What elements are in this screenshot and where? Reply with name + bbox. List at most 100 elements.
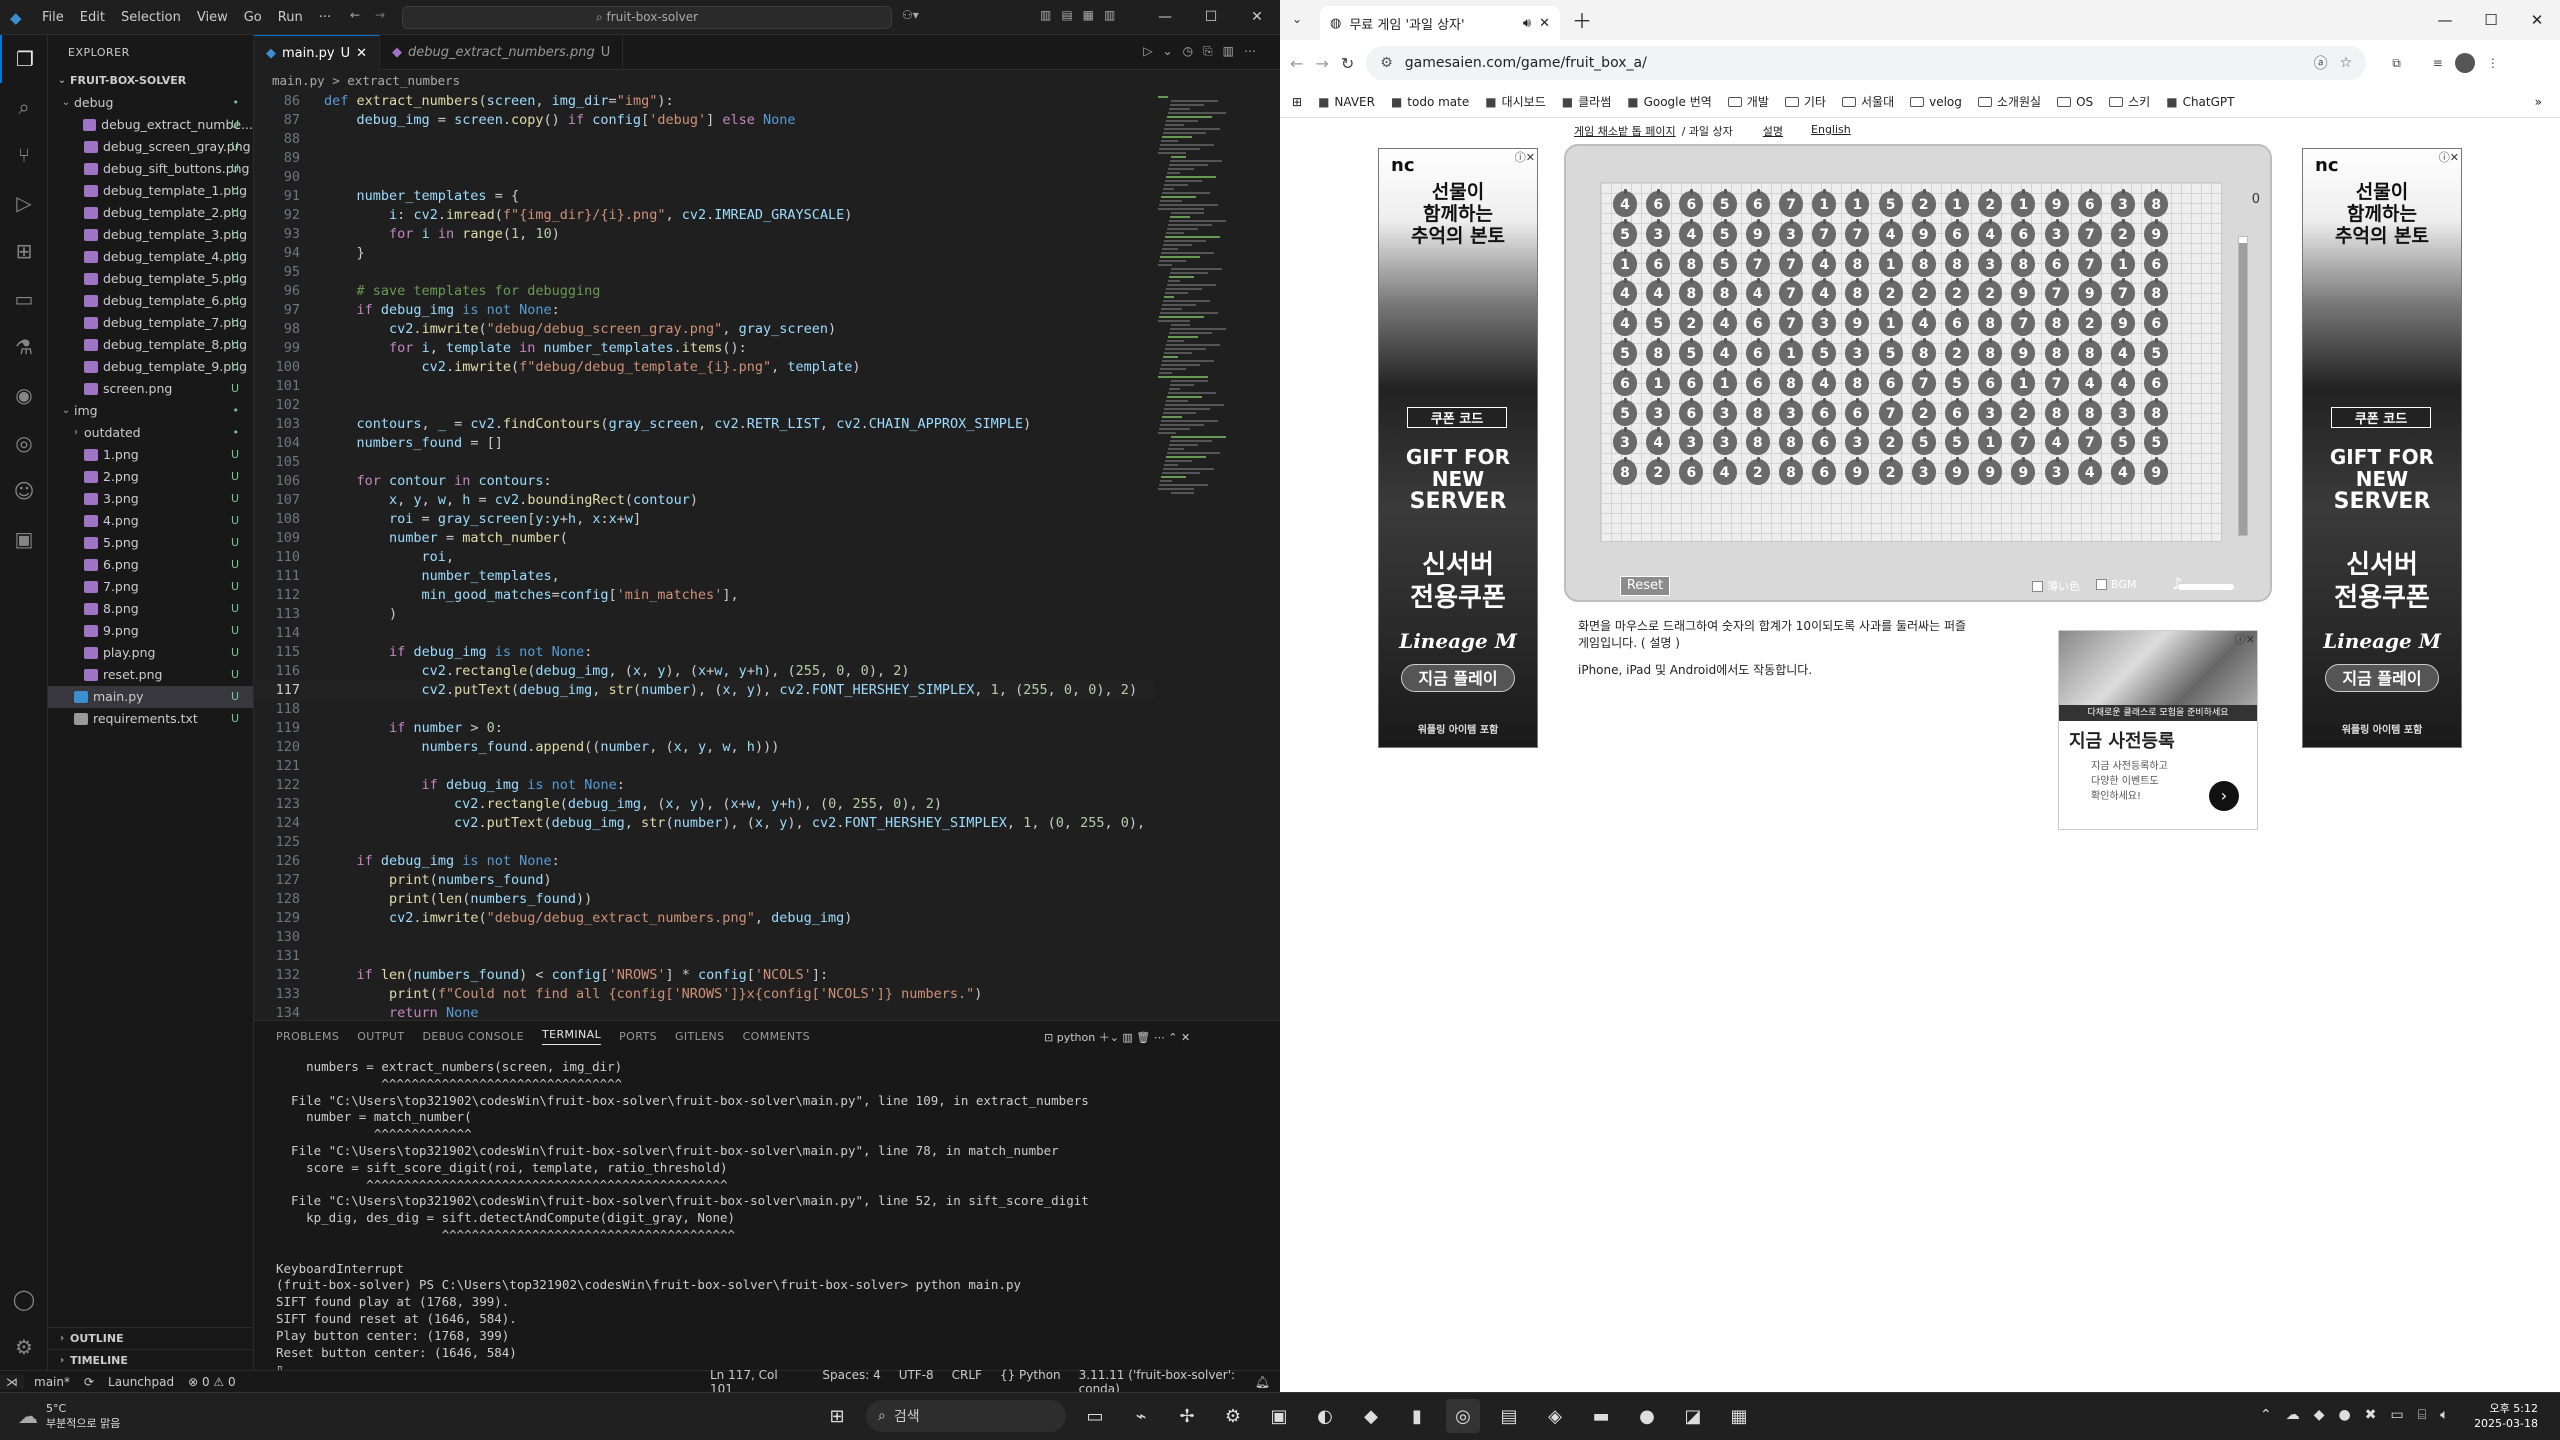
ad-next-icon[interactable]: › [2209, 781, 2239, 811]
apple-cell[interactable]: 8 [1945, 248, 1969, 277]
copilot-icon[interactable]: ⚇▾ [902, 8, 919, 22]
app-icon[interactable]: ▤ [1492, 1399, 1526, 1433]
minimize-icon[interactable]: — [2422, 0, 2468, 40]
tree-file[interactable]: 8.png U [48, 598, 253, 620]
apple-cell[interactable]: 8 [1646, 338, 1671, 366]
back-icon[interactable]: ← [1290, 54, 1303, 73]
file-explorer-icon[interactable]: ▬ [1584, 1399, 1618, 1433]
bookmark-item[interactable]: 소개원실 [1977, 93, 2041, 110]
apple-cell[interactable]: 6 [1679, 397, 1704, 426]
tree-file[interactable]: 4.png U [48, 510, 253, 532]
apple-cell[interactable]: 5 [1646, 308, 1671, 337]
tab-close-icon[interactable]: ✕ [356, 36, 367, 71]
apple-cell[interactable]: 7 [1779, 248, 1803, 277]
apple-cell[interactable]: 7 [1779, 189, 1803, 217]
apple-cell[interactable]: 6 [2144, 248, 2169, 277]
apple-cell[interactable]: 4 [1613, 308, 1637, 337]
panel-tab-ports[interactable]: PORTS [619, 1030, 657, 1043]
settings-gear-icon[interactable]: ⚙ [0, 1323, 48, 1371]
menu-item-file[interactable]: File [36, 0, 70, 35]
clock[interactable]: 오후 5:12 2025-03-18 [2474, 1401, 2538, 1431]
taskbar-search[interactable]: ⌕ 검색 [866, 1400, 1066, 1432]
apple-cell[interactable]: 9 [1978, 457, 2003, 486]
apple-cell[interactable]: 7 [1878, 397, 1903, 426]
panel-tab-gitlens[interactable]: GITLENS [675, 1030, 725, 1043]
reset-button[interactable]: Reset [1620, 576, 1670, 596]
apple-cell[interactable]: 6 [1812, 457, 1837, 486]
apple-cell[interactable]: 4 [1745, 278, 1770, 307]
apple-cell[interactable]: 8 [2077, 338, 2102, 366]
menu-item-go[interactable]: Go [238, 0, 268, 35]
apple-cell[interactable]: 6 [1745, 338, 1770, 366]
browser-tab[interactable]: ◍ 무료 게임 '과일 상자' 🔊︎ ✕ [1320, 6, 1560, 40]
apple-cell[interactable]: 5 [1613, 397, 1637, 426]
close-icon[interactable]: ✕ [2514, 0, 2560, 40]
apple-cell[interactable]: 6 [1812, 397, 1837, 426]
app-icon[interactable]: ⚙ [1216, 1399, 1250, 1433]
remote-indicator[interactable]: ⋊ [0, 1374, 24, 1389]
apple-cell[interactable]: 4 [2077, 367, 2102, 396]
app-icon[interactable]: ◈ [1538, 1399, 1572, 1433]
weather-widget[interactable]: ☁ 5°C 부분적으로 맑음 [18, 1401, 120, 1431]
apple-cell[interactable]: 8 [1978, 338, 2003, 366]
tree-file[interactable]: debug_template_3.png U [48, 224, 253, 246]
apple-cell[interactable]: 2 [1878, 457, 1903, 486]
tree-file[interactable]: requirements.txt U [48, 708, 253, 730]
apple-cell[interactable]: 4 [1878, 218, 1903, 247]
apple-cell[interactable]: 5 [1911, 427, 1936, 456]
tree-file[interactable]: debug_template_1.png U [48, 180, 253, 202]
minimap[interactable] [1154, 92, 1274, 1020]
notes-icon[interactable]: ◪ [1676, 1399, 1710, 1433]
apple-cell[interactable]: 4 [1712, 457, 1737, 486]
apple-cell[interactable]: 8 [1679, 278, 1704, 307]
app-icon[interactable]: ✢ [1170, 1399, 1204, 1433]
apple-cell[interactable]: 8 [1845, 248, 1870, 277]
testing-icon[interactable]: ⚗ [0, 323, 48, 371]
apple-cell[interactable]: 2 [1679, 308, 1704, 337]
apple-cell[interactable]: 3 [1712, 427, 1737, 456]
tree-file[interactable]: debug_template_6.png U [48, 290, 253, 312]
apple-cell[interactable]: 3 [1978, 397, 2003, 426]
apple-cell[interactable]: 5 [1712, 248, 1737, 277]
copilot-chat-icon[interactable]: ☺ [0, 467, 48, 515]
apple-cell[interactable]: 3 [1845, 427, 1870, 456]
new-tab-button[interactable]: ＋ [1572, 5, 1592, 34]
apple-cell[interactable]: 6 [2044, 248, 2069, 277]
timeline-section[interactable]: › TIMELINE [48, 1349, 253, 1371]
apple-cell[interactable]: 9 [2077, 278, 2102, 307]
apple-cell[interactable]: 3 [2111, 189, 2135, 217]
chat-icon[interactable]: ● [2339, 1407, 2351, 1423]
apple-cell[interactable]: 5 [1945, 367, 1969, 396]
apple-cell[interactable]: 3 [1646, 397, 1671, 426]
editor-actions[interactable]: ▷⌄◷⎘▥⋯ [1143, 44, 1266, 59]
maximize-icon[interactable]: ☐ [2468, 0, 2514, 40]
tree-file[interactable]: debug_template_2.png U [48, 202, 253, 224]
apple-cell[interactable]: 5 [2111, 427, 2135, 456]
apple-cell[interactable]: 6 [1945, 308, 1969, 337]
cloud-icon[interactable]: ☁ [2286, 1407, 2300, 1423]
apple-cell[interactable]: 9 [2111, 308, 2135, 337]
remote-explorer-icon[interactable]: ▭ [0, 275, 48, 323]
apple-cell[interactable]: 1 [1945, 189, 1969, 217]
apple-cell[interactable]: 8 [1779, 367, 1803, 396]
bookmark-item[interactable]: ■ 대시보드 [1485, 93, 1546, 110]
bookmark-item[interactable]: ■ todo mate [1391, 95, 1469, 109]
apple-cell[interactable]: 6 [1646, 189, 1671, 217]
apple-cell[interactable]: 5 [1679, 338, 1704, 366]
menu-item-run[interactable]: Run [272, 0, 309, 35]
apple-cell[interactable]: 7 [2077, 427, 2102, 456]
apple-cell[interactable]: 5 [1613, 338, 1637, 366]
apple-cell[interactable]: 3 [2044, 457, 2069, 486]
profile-avatar[interactable] [2454, 53, 2475, 73]
explorer-icon[interactable]: ❐ [0, 35, 48, 83]
english-link[interactable]: English [1811, 123, 1851, 139]
apple-cell[interactable]: 8 [2044, 397, 2069, 426]
apple-cell[interactable]: 6 [1679, 457, 1704, 486]
chrome-menu-icon[interactable]: ⋮ [2487, 56, 2499, 70]
reload-icon[interactable]: ↻ [1341, 54, 1354, 73]
github-icon[interactable]: ◎ [0, 419, 48, 467]
apple-cell[interactable]: 1 [1646, 367, 1671, 396]
apple-cell[interactable]: 6 [1945, 218, 1969, 247]
apple-cell[interactable]: 3 [1812, 308, 1837, 337]
status-item[interactable]: ⊗ 0 ⚠ 0 [188, 1375, 236, 1389]
